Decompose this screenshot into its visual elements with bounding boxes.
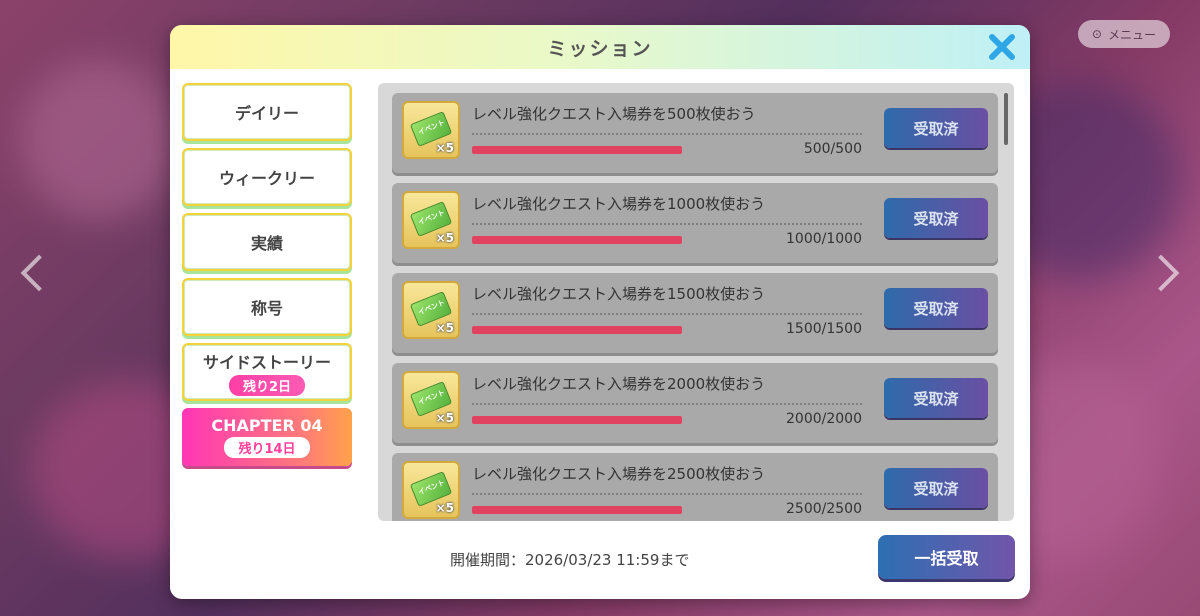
reward-quantity: ×5 (435, 231, 454, 245)
reward-icon: イベント ×5 (402, 191, 460, 249)
tab-titles[interactable]: 称号 (182, 278, 352, 336)
mission-item: イベント ×5 レベル強化クエスト入場券を2500枚使おう 2500/2500 … (392, 453, 998, 521)
mission-list[interactable]: イベント ×5 レベル強化クエスト入場券を500枚使おう 500/500 受取済… (378, 83, 1014, 521)
progress-bar (472, 416, 682, 424)
mission-title: レベル強化クエスト入場券を500枚使おう (472, 105, 756, 123)
progress-fill (472, 236, 682, 244)
tab-label: ウィークリー (218, 169, 315, 188)
reward-icon: イベント ×5 (402, 281, 460, 339)
tab-weekly[interactable]: ウィークリー (182, 148, 352, 206)
modal-header: ミッション (170, 25, 1030, 69)
modal-title: ミッション (547, 37, 653, 60)
divider (472, 403, 862, 405)
close-icon[interactable] (986, 31, 1018, 63)
mission-tabs: デイリー ウィークリー 実績 称号 サイドストーリー 残り2日 CHAPTER … (182, 83, 352, 473)
mission-item: イベント ×5 レベル強化クエスト入場券を2000枚使おう 2000/2000 … (392, 363, 998, 443)
mission-title: レベル強化クエスト入場券を2500枚使おう (472, 465, 766, 483)
mission-title: レベル強化クエスト入場券を1000枚使おう (472, 195, 766, 213)
tab-chapter-04[interactable]: CHAPTER 04 残り14日 (182, 408, 352, 466)
progress-fill (472, 326, 682, 334)
bg-header-buttons: ⊙ メニュー (1077, 20, 1170, 48)
reward-quantity: ×5 (435, 501, 454, 515)
divider (472, 133, 862, 135)
mission-title: レベル強化クエスト入場券を2000枚使おう (472, 375, 766, 393)
reward-icon: イベント ×5 (402, 371, 460, 429)
divider (472, 313, 862, 315)
mission-title: レベル強化クエスト入場券を1500枚使おう (472, 285, 766, 303)
menu-icon: ⊙ (1091, 27, 1102, 41)
progress-bar (472, 146, 682, 154)
claim-all-button[interactable]: 一括受取 (878, 535, 1015, 579)
mission-modal: ミッション デイリー ウィークリー 実績 称号 サイドストーリー 残り2日 CH… (170, 25, 1030, 599)
bg-menu-button: ⊙ メニュー (1077, 20, 1170, 48)
progress-text: 1500/1500 (786, 321, 862, 337)
claimed-button[interactable]: 受取済 (884, 468, 988, 508)
claimed-button[interactable]: 受取済 (884, 288, 988, 328)
claimed-button[interactable]: 受取済 (884, 108, 988, 148)
progress-bar (472, 236, 682, 244)
reward-quantity: ×5 (435, 321, 454, 335)
progress-bar (472, 506, 682, 514)
claimed-button[interactable]: 受取済 (884, 198, 988, 238)
remaining-days-badge: 残り14日 (224, 437, 310, 458)
scrollbar[interactable] (1004, 93, 1008, 145)
reward-quantity: ×5 (435, 141, 454, 155)
mission-item: イベント ×5 レベル強化クエスト入場券を1000枚使おう 1000/1000 … (392, 183, 998, 263)
reward-icon: イベント ×5 (402, 101, 460, 159)
reward-quantity: ×5 (435, 411, 454, 425)
progress-text: 2500/2500 (786, 501, 862, 517)
divider (472, 493, 862, 495)
tab-side-story[interactable]: サイドストーリー 残り2日 (182, 343, 352, 401)
remaining-days-badge: 残り2日 (228, 374, 306, 396)
reward-icon: イベント ×5 (402, 461, 460, 519)
tab-daily[interactable]: デイリー (182, 83, 352, 141)
tab-achievements[interactable]: 実績 (182, 213, 352, 271)
progress-fill (472, 146, 682, 154)
event-period: 開催期間：2026/03/23 11:59まで (450, 551, 690, 569)
divider (472, 223, 862, 225)
progress-bar (472, 326, 682, 334)
tab-label: CHAPTER 04 (211, 416, 323, 435)
tab-label: デイリー (234, 104, 299, 123)
progress-text: 1000/1000 (786, 231, 862, 247)
tab-label: サイドストーリー (202, 352, 331, 372)
mission-item: イベント ×5 レベル強化クエスト入場券を1500枚使おう 1500/1500 … (392, 273, 998, 353)
progress-fill (472, 506, 682, 514)
mission-item: イベント ×5 レベル強化クエスト入場券を500枚使おう 500/500 受取済 (392, 93, 998, 173)
progress-text: 2000/2000 (786, 411, 862, 427)
claimed-button[interactable]: 受取済 (884, 378, 988, 418)
tab-label: 称号 (250, 299, 283, 318)
progress-text: 500/500 (803, 141, 862, 157)
progress-fill (472, 416, 682, 424)
tab-label: 実績 (250, 234, 283, 253)
